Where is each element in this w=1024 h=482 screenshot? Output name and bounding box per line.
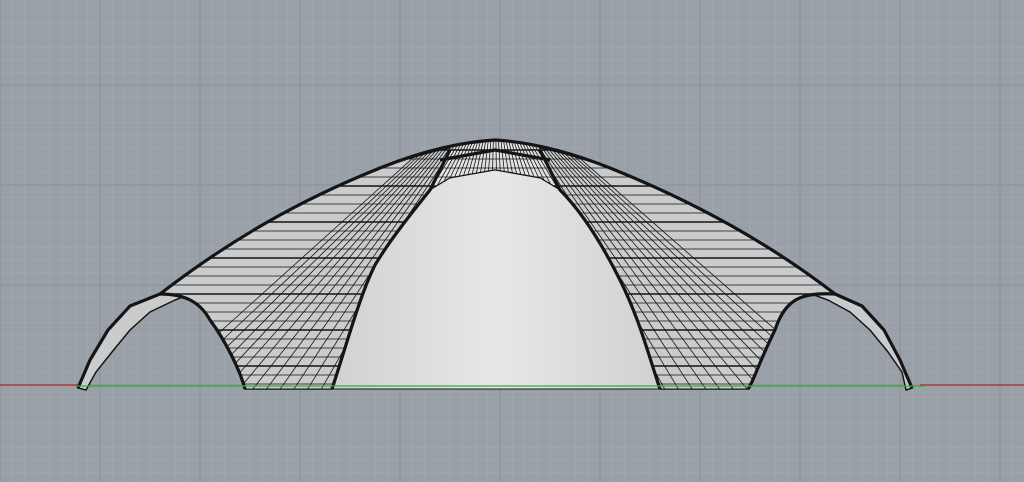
viewport-canvas[interactable] [0, 0, 1024, 482]
viewport-front[interactable] [0, 0, 1024, 482]
